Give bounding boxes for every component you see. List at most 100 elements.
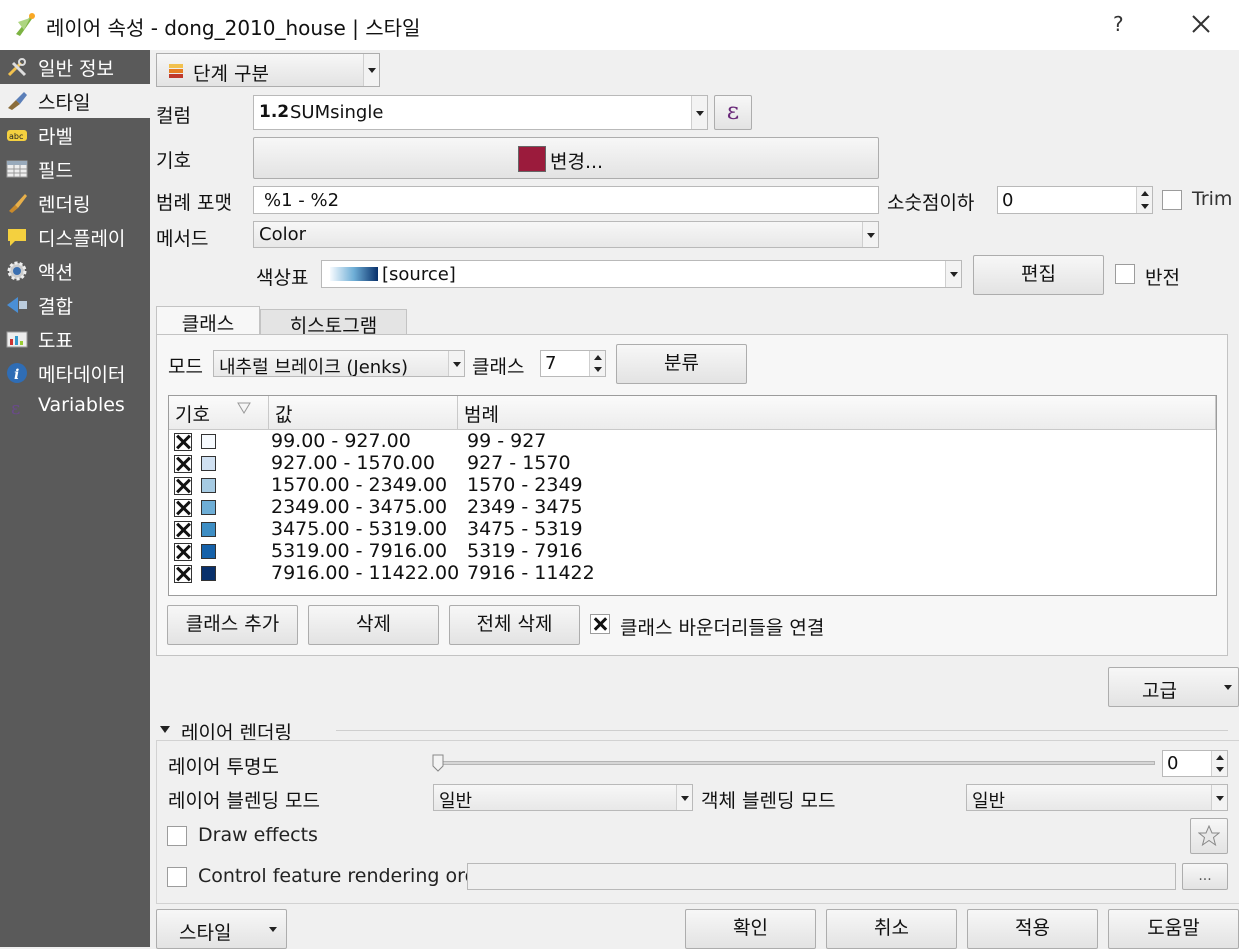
class-table[interactable]: 기호 값 범례 99.00 - 927.00 99 - 927 927.00 -…	[168, 395, 1217, 596]
effects-star-button[interactable]	[1190, 818, 1228, 854]
table-row[interactable]: 2349.00 - 3475.00 2349 - 3475	[169, 496, 1216, 519]
column-select[interactable]: 1.2 SUMsingle	[253, 95, 708, 130]
edit-ramp-button[interactable]: 편집	[973, 255, 1104, 295]
rendering-order-button[interactable]: ...	[1182, 863, 1228, 890]
class-count-label: 클래스	[472, 356, 525, 378]
renderer-type-select[interactable]: 단계 구분	[156, 53, 380, 87]
sidebar-item-actions[interactable]: 액션	[0, 254, 150, 288]
table-row[interactable]: 7916.00 - 11422.00 7916 - 11422	[169, 562, 1216, 585]
class-color-swatch[interactable]	[201, 500, 216, 515]
spin-arrows-icon[interactable]	[1136, 187, 1152, 213]
link-boundaries-checkbox[interactable]	[590, 614, 610, 634]
mode-select[interactable]: 내추럴 브레이크 (Jenks)	[213, 350, 465, 377]
class-color-swatch[interactable]	[201, 522, 216, 537]
spin-arrows-icon[interactable]	[1211, 751, 1227, 776]
join-icon	[7, 297, 27, 313]
column-header-legend[interactable]: 범례	[458, 396, 1216, 430]
table-row[interactable]: 3475.00 - 5319.00 3475 - 5319	[169, 518, 1216, 541]
row-visible-checkbox[interactable]	[174, 455, 192, 473]
sidebar-item-label: 메타데이터	[38, 364, 126, 386]
style-menu-label: 스타일	[179, 922, 232, 944]
color-ramp-select[interactable]: [source]	[321, 260, 962, 288]
sidebar-item-diagrams[interactable]: 도표	[0, 322, 150, 356]
help-icon[interactable]: ?	[1113, 12, 1124, 36]
cancel-button[interactable]: 취소	[826, 909, 957, 949]
advanced-label: 고급	[1142, 680, 1177, 702]
delete-all-button[interactable]: 전체 삭제	[449, 605, 580, 645]
apply-button[interactable]: 적용	[967, 909, 1098, 949]
style-menu-button[interactable]: 스타일	[156, 909, 287, 949]
row-visible-checkbox[interactable]	[174, 499, 192, 517]
sidebar-item-display[interactable]: 디스플레이	[0, 220, 150, 254]
sidebar-item-rendering[interactable]: 렌더링	[0, 186, 150, 220]
table-row[interactable]: 1570.00 - 2349.00 1570 - 2349	[169, 474, 1216, 497]
class-color-swatch[interactable]	[201, 544, 216, 559]
feature-blend-label: 객체 블렌딩 모드	[701, 790, 836, 812]
sidebar-item-general[interactable]: 일반 정보	[0, 50, 150, 84]
sidebar-item-fields[interactable]: 필드	[0, 152, 150, 186]
spin-arrows-icon[interactable]	[589, 351, 605, 376]
feature-blend-select[interactable]: 일반	[966, 784, 1228, 811]
sidebar-item-variables[interactable]: ε Variables	[0, 390, 150, 424]
close-icon[interactable]	[1185, 8, 1217, 40]
svg-text:i: i	[14, 367, 19, 383]
row-visible-checkbox[interactable]	[174, 477, 192, 495]
class-color-swatch[interactable]	[201, 566, 216, 581]
change-symbol-button[interactable]: 변경...	[253, 137, 879, 179]
column-header-symbol[interactable]: 기호	[169, 396, 269, 430]
layer-blend-select[interactable]: 일반	[433, 784, 693, 811]
help-button[interactable]: 도움말	[1108, 909, 1239, 949]
ok-button[interactable]: 확인	[685, 909, 816, 949]
sidebar: 일반 정보 스타일 abc 라벨 필드 렌더링 디스플레이 액션 결합 도표 i…	[0, 50, 150, 947]
tab-histogram[interactable]: 히스토그램	[260, 309, 407, 337]
row-visible-checkbox[interactable]	[174, 565, 192, 583]
layer-blend-label: 레이어 블렌딩 모드	[168, 790, 320, 812]
transparency-slider[interactable]	[433, 761, 1155, 765]
sidebar-item-label: 라벨	[38, 126, 73, 148]
legend-format-input[interactable]: %1 - %2	[253, 186, 879, 214]
advanced-button[interactable]: 고급	[1108, 667, 1239, 707]
class-color-swatch[interactable]	[201, 434, 216, 449]
class-value: 927.00 - 1570.00	[271, 452, 435, 474]
transparency-spinbox[interactable]: 0	[1162, 750, 1228, 777]
method-value: Color	[259, 224, 306, 245]
draw-effects-checkbox[interactable]	[167, 826, 187, 846]
row-visible-checkbox[interactable]	[174, 521, 192, 539]
expression-button[interactable]: ε	[714, 95, 752, 130]
class-color-swatch[interactable]	[201, 478, 216, 493]
trim-checkbox[interactable]	[1162, 190, 1182, 210]
row-visible-checkbox[interactable]	[174, 433, 192, 451]
tab-classes[interactable]: 클래스	[156, 306, 260, 336]
slider-handle-icon[interactable]	[432, 754, 444, 772]
table-row[interactable]: 5319.00 - 7916.00 5319 - 7916	[169, 540, 1216, 563]
collapse-arrow-icon[interactable]	[160, 726, 170, 733]
color-ramp-label: 색상표	[256, 267, 309, 289]
sidebar-item-joins[interactable]: 결합	[0, 288, 150, 322]
method-select[interactable]: Color	[253, 221, 879, 248]
precision-label: 소숫점이하	[887, 192, 975, 214]
sidebar-item-label: 도표	[38, 330, 73, 352]
renderer-type-value: 단계 구분	[193, 63, 269, 85]
rendering-order-checkbox[interactable]	[167, 867, 187, 887]
color-ramp-preview	[330, 267, 378, 281]
invert-checkbox[interactable]	[1115, 264, 1135, 284]
delete-class-button[interactable]: 삭제	[308, 605, 439, 645]
symbol-label: 기호	[156, 150, 191, 172]
sidebar-item-metadata[interactable]: i 메타데이터	[0, 356, 150, 390]
qgis-logo-icon	[16, 13, 35, 36]
row-visible-checkbox[interactable]	[174, 543, 192, 561]
feature-blend-value: 일반	[972, 791, 1006, 811]
class-color-swatch[interactable]	[201, 456, 216, 471]
sidebar-item-labels[interactable]: abc 라벨	[0, 118, 150, 152]
table-row[interactable]: 927.00 - 1570.00 927 - 1570	[169, 452, 1216, 475]
add-class-button[interactable]: 클래스 추가	[167, 605, 298, 645]
classify-button[interactable]: 분류	[616, 344, 747, 384]
sidebar-item-label: 스타일	[38, 92, 91, 114]
table-row[interactable]: 99.00 - 927.00 99 - 927	[169, 430, 1216, 453]
brush-icon	[9, 194, 27, 213]
class-count-spinbox[interactable]: 7	[540, 350, 606, 377]
column-header-value[interactable]: 값	[269, 396, 458, 430]
sidebar-item-style[interactable]: 스타일	[0, 84, 150, 118]
chevron-down-icon	[269, 927, 277, 932]
precision-spinbox[interactable]: 0	[997, 186, 1153, 214]
